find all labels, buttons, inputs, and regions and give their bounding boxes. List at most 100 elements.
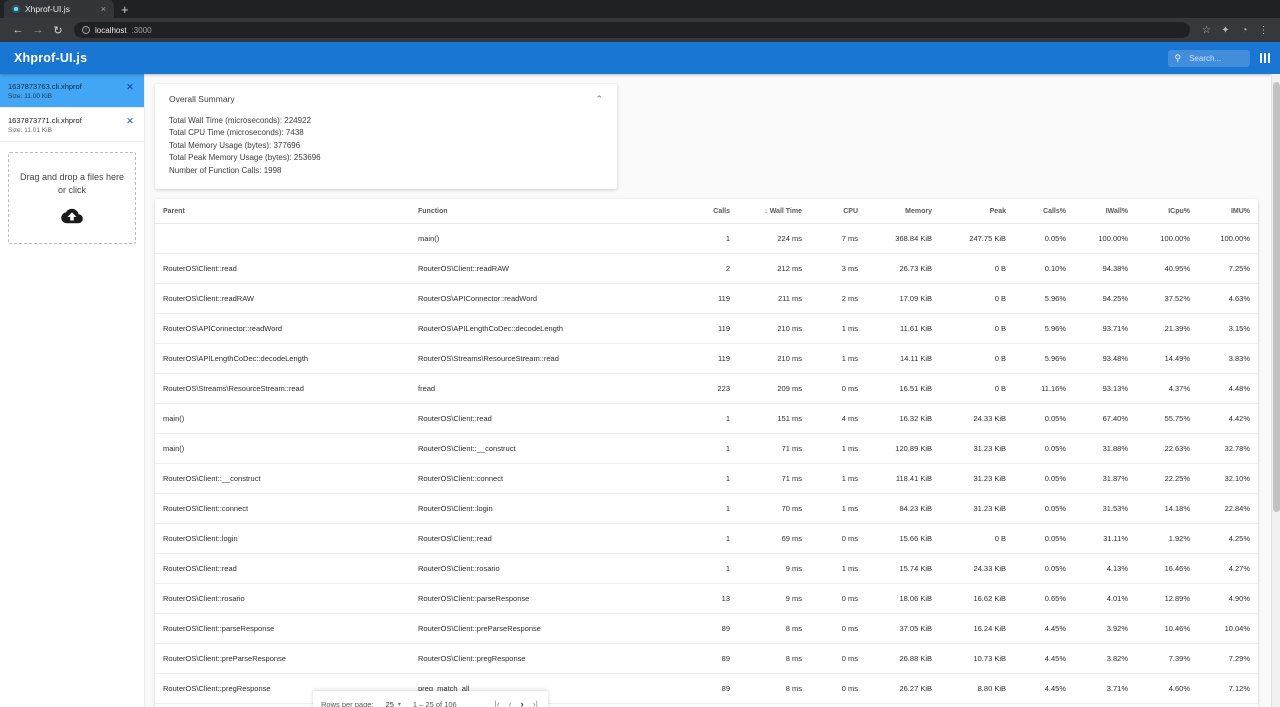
sidebar-file-item-1[interactable]: 1637873771.cli.xhprof Size: 11.01 KiB ✕ xyxy=(0,108,144,142)
file-meta: 1637873763.cli.xhprof Size: 11.00 KiB xyxy=(8,82,82,100)
site-info-icon[interactable]: i xyxy=(82,26,90,34)
close-icon[interactable]: × xyxy=(99,4,108,14)
forward-icon[interactable]: → xyxy=(28,20,48,40)
chevron-up-icon[interactable]: ⌃ xyxy=(595,94,603,104)
table-row[interactable]: RouterOS\Client::login RouterOS\Client::r… xyxy=(155,523,1258,554)
last-page-button[interactable]: ›| xyxy=(533,700,538,707)
address-path: :3000 xyxy=(131,25,152,35)
table-row[interactable]: RouterOS\Client::connect RouterOS\Client:… xyxy=(155,493,1258,524)
file-dropzone[interactable]: Drag and drop a files here or click xyxy=(8,152,136,244)
table-row[interactable]: RouterOS\Client::preParseResponse RouterO… xyxy=(155,643,1258,674)
cell-wall: 8 ms xyxy=(738,643,810,674)
columns-toggle-icon[interactable] xyxy=(1258,51,1273,65)
table-row[interactable]: RouterOS\APIConnector::readWord RouterOS\… xyxy=(155,313,1258,344)
cell-parent: main() xyxy=(155,403,410,434)
cell-peak: 8.80 KiB xyxy=(940,673,1014,704)
cell-cpu: 4 ms xyxy=(810,403,866,434)
sidebar-file-item-0[interactable]: 1637873763.cli.xhprof Size: 11.00 KiB ✕ xyxy=(0,74,144,108)
remove-file-icon[interactable]: ✕ xyxy=(124,82,136,94)
cell-imu: 3.83% xyxy=(1198,343,1258,374)
column-header-memory[interactable]: Memory xyxy=(866,198,940,224)
cell-peak: 0 B xyxy=(940,283,1014,314)
reload-icon[interactable]: ↻ xyxy=(48,20,68,40)
column-header-icpu[interactable]: ICpu% xyxy=(1136,198,1198,224)
cell-iwall: 100.00% xyxy=(1074,223,1136,254)
cell-iwall: 31.87% xyxy=(1074,463,1136,494)
table-row[interactable]: RouterOS\Client::parseResponse RouterOS\C… xyxy=(155,613,1258,644)
page-title: Xhprof-UI.js xyxy=(14,51,88,65)
cell-calls: 1 xyxy=(680,493,738,524)
page-scrollbar-thumb[interactable] xyxy=(1273,82,1280,512)
back-icon[interactable]: ← xyxy=(8,20,28,40)
table-row[interactable]: main() RouterOS\Client::__construct 1 71 ms… xyxy=(155,433,1258,464)
cell-callspct: 4.45% xyxy=(1014,613,1074,644)
cell-iwall: 94.25% xyxy=(1074,283,1136,314)
cell-iwall: 1.03% xyxy=(1074,703,1136,707)
tab-strip: Xhprof-UI.js × + xyxy=(0,0,1280,18)
rows-per-page-select[interactable]: 25 ▾ xyxy=(386,700,401,707)
cell-cpu: 3 ms xyxy=(810,253,866,284)
cell-callspct: 5.96% xyxy=(1014,313,1074,344)
overflow-menu-icon[interactable]: ⋮ xyxy=(1255,22,1272,39)
page-scrollbar[interactable] xyxy=(1271,74,1280,707)
column-header-parent[interactable]: Parent xyxy=(155,198,410,224)
cell-callspct: 5.96% xyxy=(1014,343,1074,374)
cell-calls: 1 xyxy=(680,523,738,554)
column-header-calls-pct[interactable]: Calls% xyxy=(1014,198,1074,224)
extensions-puzzle-icon[interactable]: ✦ xyxy=(1217,22,1234,39)
search-field-wrapper[interactable]: ⚲ xyxy=(1167,49,1250,67)
column-header-imu[interactable]: IMU% xyxy=(1198,198,1258,224)
cell-imu: 4.90% xyxy=(1198,583,1258,614)
cell-memory: 118.41 KiB xyxy=(866,463,940,494)
cell-memory: 16.51 KiB xyxy=(866,373,940,404)
table-row[interactable]: RouterOS\Client::rosario RouterOS\Client:… xyxy=(155,583,1258,614)
remove-file-icon[interactable]: ✕ xyxy=(124,116,136,128)
cell-icpu: 4.37% xyxy=(1136,373,1198,404)
cell-function: RouterOS\Client::connect xyxy=(410,463,680,494)
new-tab-button[interactable]: + xyxy=(114,3,136,16)
column-header-cpu[interactable]: CPU xyxy=(810,198,866,224)
cell-iwall: 31.88% xyxy=(1074,433,1136,464)
table-row[interactable]: RouterOS\APILengthCoDec::decodeLength Rou… xyxy=(155,343,1258,374)
cell-parent: main() xyxy=(155,433,410,464)
table-row[interactable]: main() 1 224 ms 7 ms 368.84 KiB 247.75 KiB 0.0… xyxy=(155,223,1258,254)
cell-cpu: 2 ms xyxy=(810,703,866,707)
table-row[interactable]: RouterOS\Client::readRAW RouterOS\APIConn… xyxy=(155,283,1258,314)
bookmark-star-icon[interactable]: ☆ xyxy=(1198,22,1215,39)
table-row[interactable]: RouterOS\Client::__construct RouterOS\Cli… xyxy=(155,463,1258,494)
cell-callspct: 0.05% xyxy=(1014,223,1074,254)
cell-calls: 89 xyxy=(680,643,738,674)
cell-peak: 16.62 KiB xyxy=(940,583,1014,614)
search-input[interactable] xyxy=(1187,52,1243,64)
browser-toolbar-right: ☆ ✦ ◔ ⋮ xyxy=(1198,22,1272,39)
cell-imu: 3.15% xyxy=(1198,313,1258,344)
cell-cpu: 0 ms xyxy=(810,673,866,704)
cell-wall: 212 ms xyxy=(738,253,810,284)
previous-page-button[interactable]: ‹ xyxy=(509,700,512,707)
cell-callspct: 5.96% xyxy=(1014,283,1074,314)
cell-peak: 24.33 KiB xyxy=(940,403,1014,434)
table-row[interactable]: RouterOS\Streams\ResourceStream::read fre… xyxy=(155,373,1258,404)
cell-cpu: 1 ms xyxy=(810,493,866,524)
column-header-function[interactable]: Function xyxy=(410,198,680,224)
address-bar[interactable]: i localhost :3000 xyxy=(74,22,1190,38)
cell-function: RouterOS\Client::login xyxy=(410,493,680,524)
table-row[interactable]: main() RouterOS\Client::read 1 151 ms 4 ms 16… xyxy=(155,403,1258,434)
table-row[interactable]: RouterOS\Client::read RouterOS\Client::re… xyxy=(155,253,1258,284)
profile-avatar-icon[interactable]: ◔ xyxy=(1236,22,1253,39)
browser-tab[interactable]: Xhprof-UI.js × xyxy=(4,0,114,18)
column-header-peak[interactable]: Peak xyxy=(940,198,1014,224)
cell-icpu: 22.63% xyxy=(1136,433,1198,464)
cell-callspct: 0.45% xyxy=(1014,703,1074,707)
file-size: Size: 11.01 KiB xyxy=(8,127,52,134)
cell-imu: 4.25% xyxy=(1198,523,1258,554)
column-header-wall-time[interactable]: ↓ Wall Time xyxy=(738,198,810,224)
first-page-button[interactable]: |‹ xyxy=(494,700,499,707)
next-page-button[interactable]: › xyxy=(521,700,524,707)
table-row[interactable]: RouterOS\Client::read RouterOS\Client::ro… xyxy=(155,553,1258,584)
cell-wall: 2 ms xyxy=(738,703,810,707)
sidebar: 1637873763.cli.xhprof Size: 11.00 KiB ✕ … xyxy=(0,74,145,707)
page-body: 1637873763.cli.xhprof Size: 11.00 KiB ✕ … xyxy=(0,74,1280,707)
column-header-calls[interactable]: Calls xyxy=(680,198,738,224)
column-header-iwall[interactable]: IWall% xyxy=(1074,198,1136,224)
